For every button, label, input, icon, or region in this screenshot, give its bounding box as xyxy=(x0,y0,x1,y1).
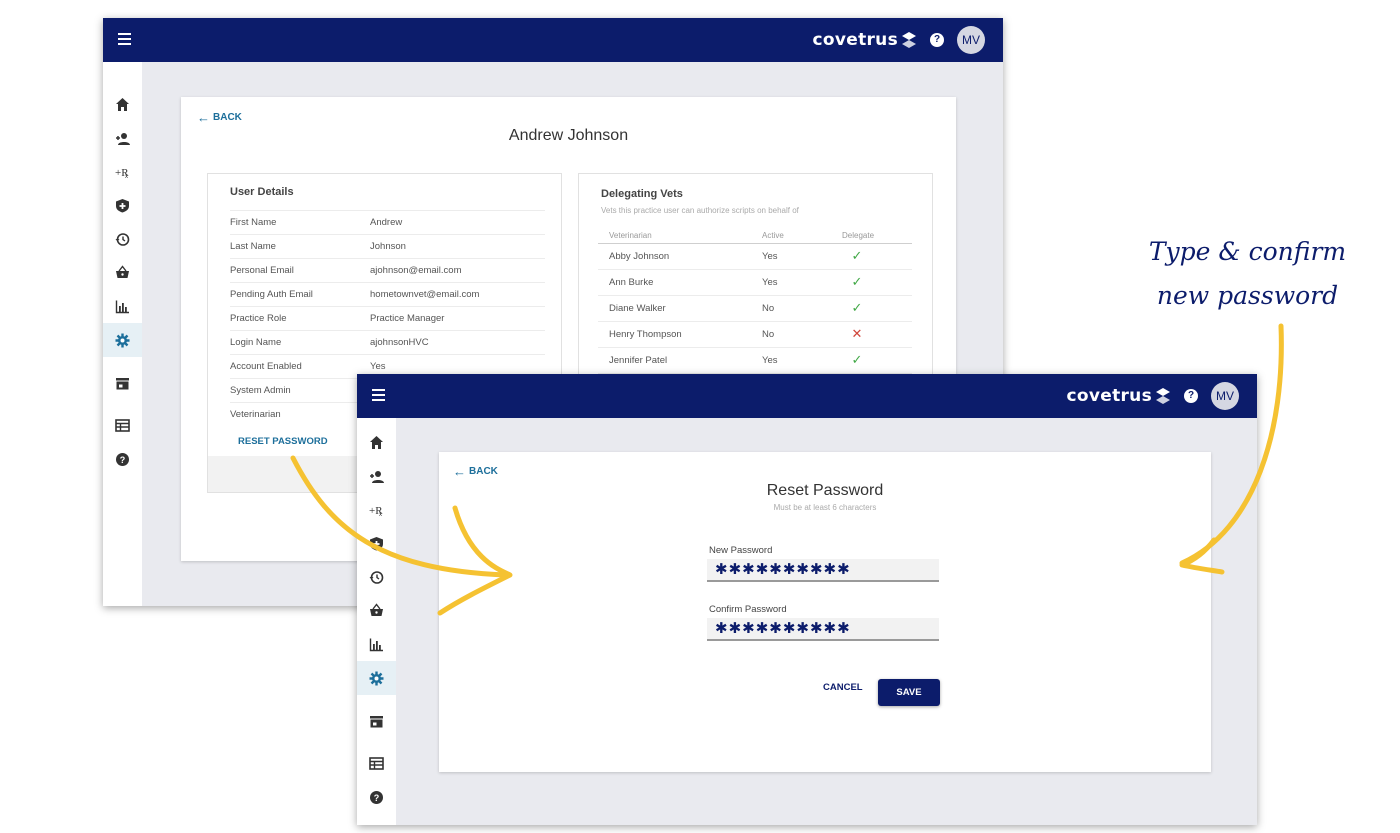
arrow-to-password-icon xyxy=(1179,323,1284,566)
arrow-to-reset-icon xyxy=(290,455,508,578)
annotation-arrows xyxy=(290,323,1284,616)
arrow-to-reset-icon xyxy=(437,505,513,616)
arrow-to-password-icon xyxy=(1179,537,1225,575)
